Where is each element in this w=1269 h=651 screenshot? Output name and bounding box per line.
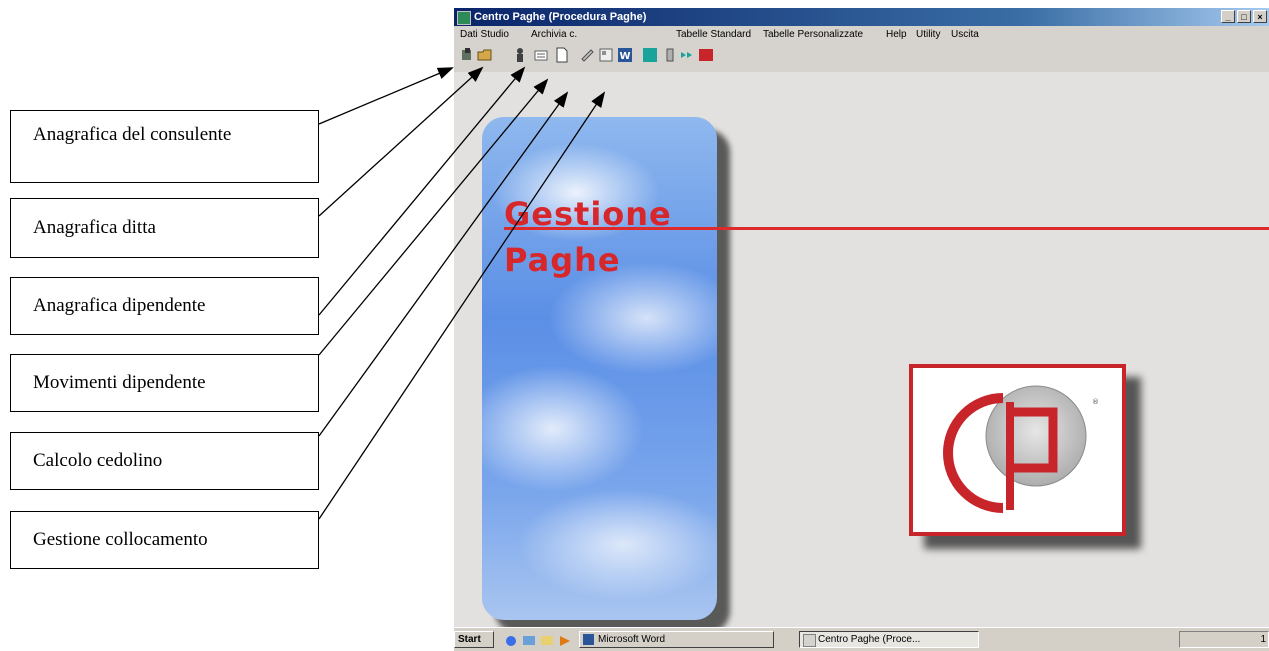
callout-label: Gestione collocamento <box>33 529 208 550</box>
payslip-calculation-icon[interactable] <box>579 47 595 63</box>
callout-label: Calcolo cedolino <box>33 450 163 471</box>
calculator-icon[interactable] <box>642 47 658 63</box>
svg-text:®: ® <box>1092 398 1099 406</box>
title-bar: Centro Paghe (Procedura Paghe) _ □ × <box>454 8 1269 26</box>
document-icon[interactable] <box>554 47 570 63</box>
company-folder-icon[interactable] <box>477 47 493 63</box>
sky-panel <box>482 117 717 620</box>
maximize-button[interactable]: □ <box>1237 10 1251 23</box>
banner-line-1: Gestione <box>504 195 672 233</box>
banner-line-2: Paghe <box>504 241 621 279</box>
word-icon[interactable]: W <box>617 47 633 63</box>
menu-uscita[interactable]: Uscita <box>951 27 979 43</box>
exit-icon[interactable] <box>698 47 714 63</box>
placement-icon[interactable] <box>598 47 614 63</box>
cp-logo: ® <box>909 364 1126 536</box>
forward-icon[interactable] <box>679 47 695 63</box>
desktop-icon[interactable] <box>522 634 536 647</box>
app-icon <box>457 11 471 25</box>
menu-tabelle-standard[interactable]: Tabelle Standard <box>676 27 751 43</box>
outlook-icon[interactable] <box>540 634 554 647</box>
taskbar-item-word[interactable]: Microsoft Word <box>579 631 774 648</box>
callout-label: Anagrafica dipendente <box>33 295 206 316</box>
menu-archivia[interactable]: Archivia c. <box>531 27 577 43</box>
app-window: Centro Paghe (Procedura Paghe) _ □ × Dat… <box>454 8 1269 651</box>
main-area: Gestione Paghe ® <box>454 72 1269 633</box>
system-tray: 1 <box>1179 631 1269 648</box>
toolbar: W <box>454 44 1269 70</box>
minimize-button[interactable]: _ <box>1221 10 1235 23</box>
callout-gestione-collocamento: Gestione collocamento <box>10 511 319 569</box>
menu-dati-studio[interactable]: Dati Studio <box>460 27 509 43</box>
callout-calcolo-cedolino: Calcolo cedolino <box>10 432 319 490</box>
close-button[interactable]: × <box>1253 10 1267 23</box>
svg-text:W: W <box>619 51 630 62</box>
cp-logo-icon: ® <box>943 385 1099 513</box>
taskbar-app-label: Centro Paghe (Proce... <box>818 634 921 645</box>
callout-anagrafica-dipendente: Anagrafica dipendente <box>10 277 319 335</box>
callout-movimenti-dipendente: Movimenti dipendente <box>10 354 319 412</box>
callout-label: Anagrafica del consulente <box>33 124 232 145</box>
consultant-icon[interactable] <box>460 47 476 63</box>
media-icon[interactable] <box>558 634 572 647</box>
app-icon <box>803 634 816 647</box>
callout-label: Anagrafica ditta <box>33 217 156 238</box>
menu-bar: Dati Studio Archivia c. Tabelle Standard… <box>454 27 1269 43</box>
movements-icon[interactable] <box>533 47 549 63</box>
tray-clock: 1 <box>1260 634 1266 645</box>
menu-help[interactable]: Help <box>886 27 907 43</box>
app-banner-title: Gestione Paghe <box>504 197 672 289</box>
internet-explorer-icon[interactable] <box>504 634 518 647</box>
callout-anagrafica-consulente: Anagrafica del consulente <box>10 110 319 183</box>
taskbar-item-centro-paghe[interactable]: Centro Paghe (Proce... <box>799 631 979 648</box>
window-title: Centro Paghe (Procedura Paghe) <box>474 11 647 23</box>
employee-icon[interactable] <box>512 47 528 63</box>
menu-tabelle-personalizzate[interactable]: Tabelle Personalizzate <box>763 27 863 43</box>
taskbar: Start Microsoft Word Centro Paghe (Proce… <box>454 627 1269 651</box>
callout-anagrafica-ditta: Anagrafica ditta <box>10 198 319 258</box>
start-button[interactable]: Start <box>454 631 494 648</box>
taskbar-word-label: Microsoft Word <box>598 634 666 645</box>
printer-icon[interactable] <box>662 47 678 63</box>
word-icon <box>583 634 594 645</box>
menu-utility[interactable]: Utility <box>916 27 940 43</box>
arrow-consulente <box>318 67 454 125</box>
callout-label: Movimenti dipendente <box>33 372 206 393</box>
